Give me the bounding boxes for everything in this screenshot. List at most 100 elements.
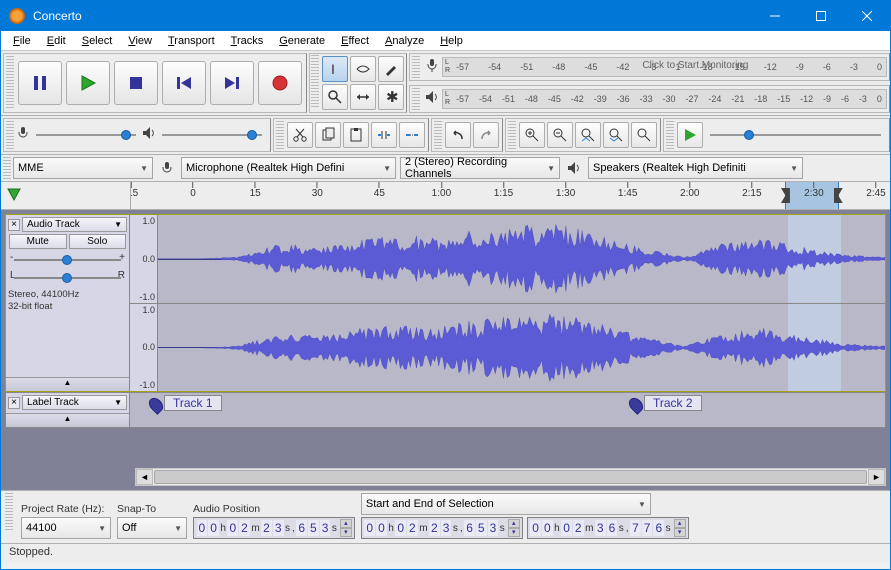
grip-icon[interactable]	[412, 56, 420, 78]
label-text[interactable]: Track 1	[164, 395, 222, 411]
track-close-button[interactable]: ×	[8, 219, 20, 231]
waveform-left[interactable]	[158, 215, 885, 303]
maximize-button[interactable]	[798, 1, 844, 31]
pan-slider[interactable]: L R	[14, 271, 121, 285]
spin-up[interactable]: ▴	[674, 519, 686, 528]
waveform-right[interactable]	[158, 304, 885, 392]
spin-down[interactable]: ▾	[508, 528, 520, 537]
horizontal-scrollbar[interactable]: ◄ ►	[135, 468, 886, 486]
play-at-speed-button[interactable]	[677, 122, 703, 148]
spin-down[interactable]: ▾	[340, 528, 352, 537]
label-marker[interactable]: Track 1	[150, 397, 162, 413]
timeline-ruler[interactable]: -1501530451:001:151:301:452:002:152:302:…	[131, 182, 890, 209]
scroll-thumb[interactable]	[154, 470, 867, 484]
grip-icon[interactable]	[276, 121, 284, 149]
speaker-icon[interactable]	[422, 90, 442, 109]
cut-button[interactable]	[287, 122, 313, 148]
menu-analyze[interactable]: Analyze	[377, 33, 432, 49]
fit-project-button[interactable]	[603, 122, 629, 148]
track-menu-button[interactable]: Label Track▼	[22, 395, 127, 410]
menu-transport[interactable]: Transport	[160, 33, 223, 49]
menu-help[interactable]: Help	[432, 33, 471, 49]
zoom-toggle-button[interactable]	[631, 122, 657, 148]
zoom-out-button[interactable]	[547, 122, 573, 148]
timeline-gutter[interactable]	[1, 182, 131, 209]
menu-file[interactable]: File	[5, 33, 39, 49]
playback-device-select[interactable]: Speakers (Realtek High Definiti▼	[588, 157, 803, 179]
record-button[interactable]	[258, 61, 302, 105]
label-text[interactable]: Track 2	[644, 395, 702, 411]
selection-start-field[interactable]: 00h02m23s, 653s▴▾	[361, 517, 523, 539]
menu-edit[interactable]: Edit	[39, 33, 74, 49]
recording-channels-select[interactable]: 2 (Stereo) Recording Channels▼	[400, 157, 560, 179]
grip-icon[interactable]	[412, 88, 420, 110]
label-track-body[interactable]: Track 1 Track 2	[130, 393, 885, 427]
label-marker[interactable]: Track 2	[630, 397, 642, 413]
vertical-ruler[interactable]: 1.0 0.0 -1.0	[130, 304, 158, 392]
playback-volume-slider[interactable]	[162, 129, 262, 141]
grip-icon[interactable]	[311, 55, 319, 107]
menu-select[interactable]: Select	[74, 33, 121, 49]
selection-handle-right[interactable]	[834, 188, 843, 203]
play-button[interactable]	[66, 61, 110, 105]
trim-button[interactable]	[371, 122, 397, 148]
grip-icon[interactable]	[666, 121, 674, 149]
pin-icon[interactable]	[7, 188, 21, 202]
menu-tracks[interactable]: Tracks	[223, 33, 272, 49]
audio-position-field[interactable]: 00h02m23s, 653s▴▾	[193, 517, 355, 539]
play-meter[interactable]: LR -57-54-51-48-45-42-39-36-33-30-27-24-…	[442, 89, 887, 109]
spin-up[interactable]: ▴	[508, 519, 520, 528]
mic-icon[interactable]	[422, 58, 442, 77]
scroll-right-button[interactable]: ►	[868, 469, 885, 485]
grip-icon[interactable]	[3, 157, 11, 179]
grip-icon[interactable]	[6, 56, 14, 110]
track-collapse-button[interactable]: ▲	[6, 413, 129, 427]
stop-button[interactable]	[114, 61, 158, 105]
selection-end-field[interactable]: 00h02m36s, 776s▴▾	[527, 517, 689, 539]
minimize-button[interactable]	[752, 1, 798, 31]
skip-start-button[interactable]	[162, 61, 206, 105]
grip-icon[interactable]	[5, 493, 13, 531]
fit-selection-button[interactable]	[575, 122, 601, 148]
grip-icon[interactable]	[434, 121, 442, 149]
record-meter[interactable]: LR -57-54-51-48-45-42-31-18-15-12-9-6-30…	[442, 57, 887, 77]
track-collapse-button[interactable]: ▲	[6, 377, 129, 391]
track-menu-button[interactable]: Audio Track▼	[22, 217, 127, 232]
selection-mode-select[interactable]: Start and End of Selection▼	[361, 493, 651, 515]
zoom-in-button[interactable]	[519, 122, 545, 148]
redo-button[interactable]	[473, 122, 499, 148]
undo-button[interactable]	[445, 122, 471, 148]
playback-speed-slider[interactable]	[710, 129, 881, 141]
audio-host-select[interactable]: MME▼	[13, 157, 153, 179]
recording-device-select[interactable]: Microphone (Realtek High Defini▼	[181, 157, 396, 179]
grip-icon[interactable]	[508, 121, 516, 149]
timeline[interactable]: -1501530451:001:151:301:452:002:152:302:…	[1, 182, 890, 210]
menu-generate[interactable]: Generate	[271, 33, 333, 49]
pause-button[interactable]	[18, 61, 62, 105]
spin-up[interactable]: ▴	[340, 519, 352, 528]
draw-tool[interactable]	[378, 56, 404, 82]
grip-icon[interactable]	[6, 121, 14, 149]
timeshift-tool[interactable]	[350, 84, 376, 110]
selection-handle-left[interactable]	[781, 188, 790, 203]
menu-view[interactable]: View	[120, 33, 160, 49]
silence-button[interactable]	[399, 122, 425, 148]
skip-end-button[interactable]	[210, 61, 254, 105]
gain-slider[interactable]: - +	[14, 253, 121, 267]
solo-button[interactable]: Solo	[69, 234, 127, 249]
snap-to-select[interactable]: Off▼	[117, 517, 187, 539]
envelope-tool[interactable]	[350, 56, 376, 82]
multi-tool[interactable]: ✱	[378, 84, 404, 110]
recording-volume-slider[interactable]	[36, 129, 136, 141]
project-rate-select[interactable]: 44100▼	[21, 517, 111, 539]
zoom-tool[interactable]	[322, 84, 348, 110]
menu-effect[interactable]: Effect	[333, 33, 377, 49]
copy-button[interactable]	[315, 122, 341, 148]
selection-tool[interactable]: I	[322, 56, 348, 82]
spin-down[interactable]: ▾	[674, 528, 686, 537]
paste-button[interactable]	[343, 122, 369, 148]
close-button[interactable]	[844, 1, 890, 31]
scroll-left-button[interactable]: ◄	[136, 469, 153, 485]
vertical-ruler[interactable]: 1.0 0.0 -1.0	[130, 215, 158, 303]
track-close-button[interactable]: ×	[8, 397, 20, 409]
